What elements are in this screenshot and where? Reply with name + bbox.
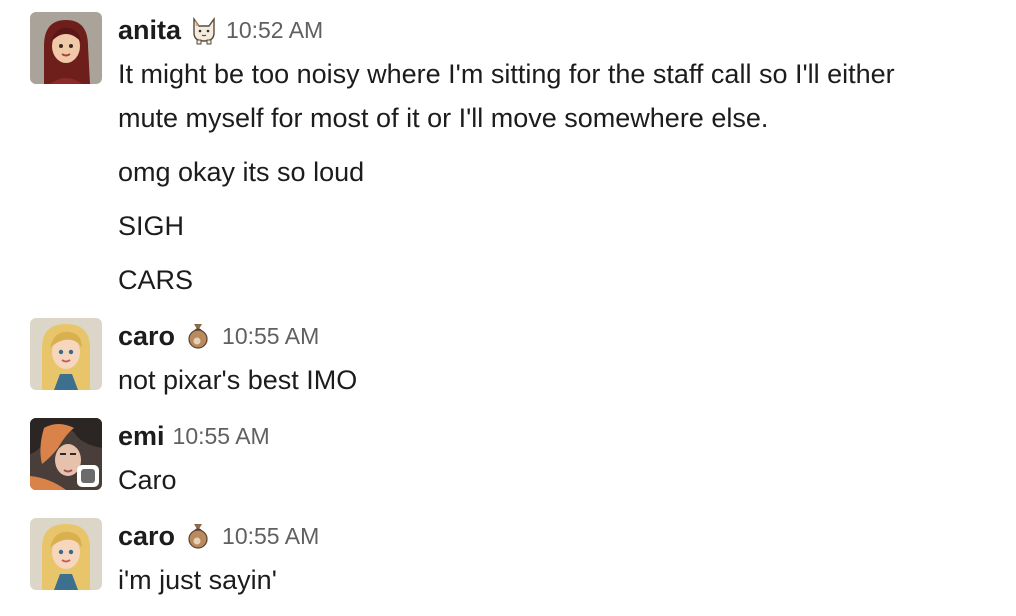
message-text: Caro (118, 465, 177, 495)
timestamp[interactable]: 10:55 AM (173, 423, 270, 450)
timestamp[interactable]: 10:55 AM (222, 323, 319, 350)
cat-emoji-icon[interactable] (190, 15, 218, 45)
money-bag-emoji-icon[interactable] (184, 521, 212, 551)
author-name[interactable]: caro (118, 521, 175, 552)
money-bag-emoji-icon[interactable] (184, 321, 212, 351)
avatar-anita-icon (30, 12, 102, 84)
message-text: i'm just sayin' (118, 565, 277, 595)
avatar-caro-icon (30, 518, 102, 590)
away-status-indicator (77, 465, 99, 487)
message-header: caro 10:55 AM (118, 318, 319, 354)
author-name[interactable]: anita (118, 15, 181, 46)
timestamp[interactable]: 10:55 AM (222, 523, 319, 550)
avatar[interactable] (30, 318, 102, 390)
timestamp[interactable]: 10:52 AM (226, 17, 323, 44)
message-text: It might be too noisy where I'm sitting … (118, 59, 895, 89)
author-name[interactable]: emi (118, 421, 165, 452)
message-text: not pixar's best IMO (118, 365, 358, 395)
message-text: CARS (118, 265, 194, 295)
message-header: emi 10:55 AM (118, 418, 270, 454)
message-text: omg okay its so loud (118, 157, 365, 187)
message-header: anita 10:52 AM (118, 12, 323, 48)
author-name[interactable]: caro (118, 321, 175, 352)
message-text: SIGH (118, 211, 185, 241)
message-header: caro 10:55 AM (118, 518, 319, 554)
message-text: mute myself for most of it or I'll move … (118, 103, 769, 133)
avatar[interactable] (30, 12, 102, 84)
avatar-caro-icon (30, 318, 102, 390)
avatar[interactable] (30, 518, 102, 590)
